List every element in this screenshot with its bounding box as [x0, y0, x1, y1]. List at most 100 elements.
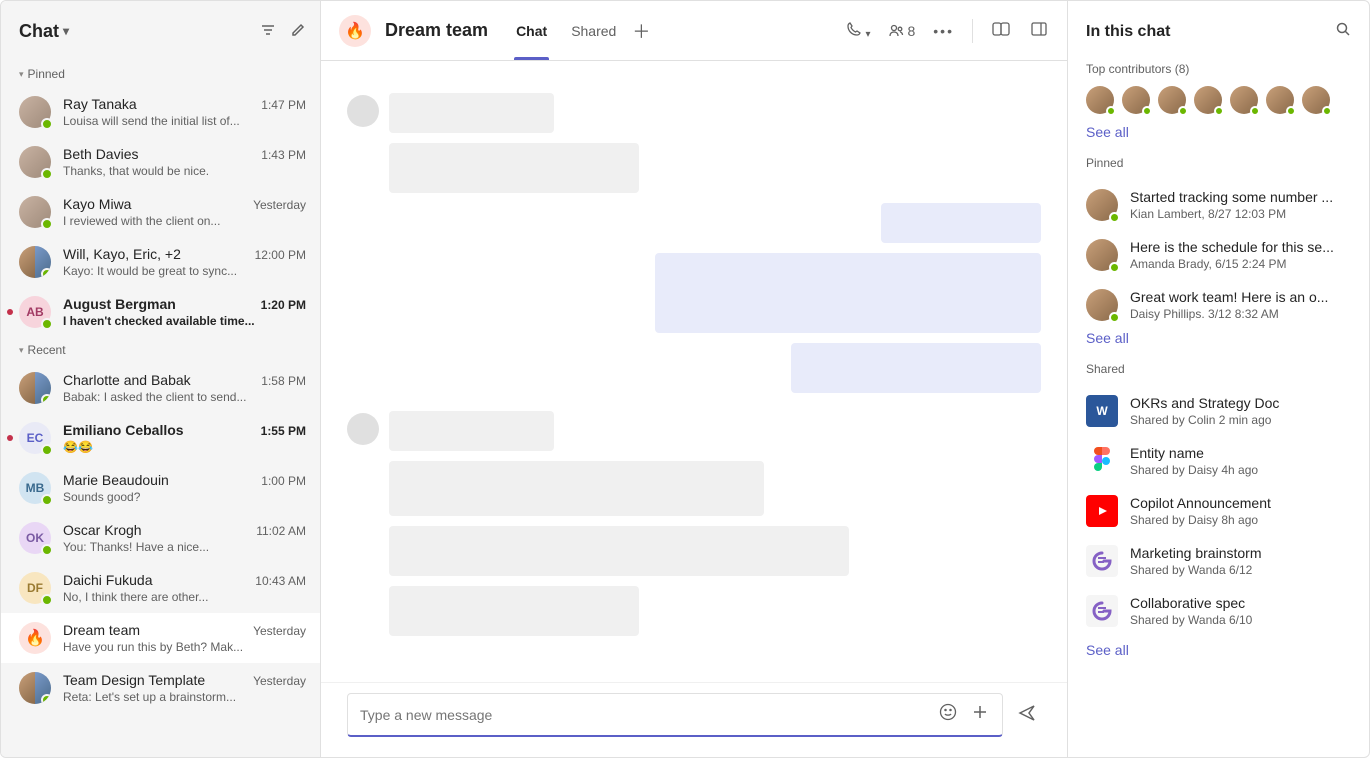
avatar: DF [19, 572, 51, 604]
message-bubble[interactable] [389, 143, 639, 193]
chat-time: 1:43 PM [261, 148, 306, 162]
pinned-section[interactable]: ▾ Pinned [1, 61, 320, 87]
shared-meta: Shared by Colin 2 min ago [1130, 413, 1351, 427]
search-icon[interactable] [1335, 21, 1351, 42]
chat-name: Team Design Template [63, 672, 245, 688]
chat-dropdown[interactable]: Chat ▾ [19, 21, 69, 42]
emoji-icon[interactable] [938, 702, 958, 727]
shared-meta: Shared by Wanda 6/12 [1130, 563, 1351, 577]
chat-preview: Sounds good? [63, 490, 306, 504]
copilot-icon[interactable] [991, 19, 1011, 42]
chat-time: 10:43 AM [255, 574, 306, 588]
shared-item[interactable]: W OKRs and Strategy Doc Shared by Colin … [1086, 386, 1351, 436]
collapse-triangle-icon: ▾ [19, 345, 24, 356]
message-bubble[interactable] [791, 343, 1041, 393]
chat-list-item[interactable]: EC Emiliano Ceballos 1:55 PM 😂😂 [1, 413, 320, 463]
shared-title: Entity name [1130, 445, 1351, 461]
chat-list-item[interactable]: Ray Tanaka 1:47 PM Louisa will send the … [1, 87, 320, 137]
chat-list-pane: Chat ▾ ▾ Pinned Ray Tanaka 1:47 PM [1, 1, 321, 757]
message-bubble[interactable] [389, 93, 554, 133]
shared-item[interactable]: Marketing brainstorm Shared by Wanda 6/1… [1086, 536, 1351, 586]
message-input[interactable] [360, 707, 926, 723]
avatar [19, 372, 51, 404]
chat-name: Beth Davies [63, 146, 253, 162]
plus-actions-icon[interactable] [970, 702, 990, 727]
chat-preview: Babak: I asked the client to send... [63, 390, 306, 404]
contributor-avatar[interactable] [1194, 86, 1222, 114]
send-button[interactable] [1013, 703, 1041, 728]
avatar [347, 413, 379, 445]
message-bubble[interactable] [389, 461, 764, 516]
add-tab-button[interactable]: ＋ [632, 18, 650, 44]
contributor-avatar[interactable] [1086, 86, 1114, 114]
shared-item[interactable]: Collaborative spec Shared by Wanda 6/10 [1086, 586, 1351, 636]
call-button[interactable]: ▾ [846, 21, 871, 40]
chat-avatar: 🔥 [339, 15, 371, 47]
chat-name: August Bergman [63, 296, 253, 312]
see-all-pinned[interactable]: See all [1086, 330, 1351, 346]
contributor-avatar[interactable] [1266, 86, 1294, 114]
message-bubble[interactable] [389, 586, 639, 636]
figma-icon [1086, 445, 1118, 477]
see-all-shared[interactable]: See all [1086, 642, 1351, 658]
chat-name: Oscar Krogh [63, 522, 248, 538]
contributor-avatar[interactable] [1122, 86, 1150, 114]
recent-section[interactable]: ▾ Recent [1, 337, 320, 363]
open-pane-icon[interactable] [1029, 19, 1049, 42]
chat-list-item[interactable]: Team Design Template Yesterday Reta: Let… [1, 663, 320, 713]
avatar [347, 95, 379, 127]
chat-time: 1:55 PM [261, 424, 306, 438]
message-bubble[interactable] [655, 253, 1041, 333]
panel-title: In this chat [1086, 23, 1170, 41]
pinned-message[interactable]: Great work team! Here is an o... Daisy P… [1086, 280, 1351, 330]
chat-list-item[interactable]: Charlotte and Babak 1:58 PM Babak: I ask… [1, 363, 320, 413]
message-bubble[interactable] [881, 203, 1041, 243]
chat-preview: Louisa will send the initial list of... [63, 114, 306, 128]
chat-list-item[interactable]: Will, Kayo, Eric, +2 12:00 PM Kayo: It w… [1, 237, 320, 287]
pinned-message[interactable]: Here is the schedule for this se... Aman… [1086, 230, 1351, 280]
chat-list-item[interactable]: OK Oscar Krogh 11:02 AM You: Thanks! Hav… [1, 513, 320, 563]
message-input-box[interactable] [347, 693, 1003, 737]
unread-dot [7, 435, 13, 441]
chat-title: Dream team [385, 20, 488, 41]
chat-preview: No, I think there are other... [63, 590, 306, 604]
contributor-avatar[interactable] [1158, 86, 1186, 114]
message-bubble[interactable] [389, 526, 849, 576]
chat-list-item[interactable]: MB Marie Beaudouin 1:00 PM Sounds good? [1, 463, 320, 513]
shared-item[interactable]: Copilot Announcement Shared by Daisy 8h … [1086, 486, 1351, 536]
chat-list-item[interactable]: Kayo Miwa Yesterday I reviewed with the … [1, 187, 320, 237]
composer-row [321, 682, 1067, 757]
compose-icon[interactable] [290, 22, 306, 41]
chat-list-item[interactable]: 🔥 Dream team Yesterday Have you run this… [1, 613, 320, 663]
unread-dot [7, 309, 13, 315]
avatar [19, 246, 51, 278]
more-button[interactable]: ••• [933, 23, 954, 39]
shared-meta: Shared by Daisy 8h ago [1130, 513, 1351, 527]
chat-name: Will, Kayo, Eric, +2 [63, 246, 247, 262]
chat-name: Dream team [63, 622, 245, 638]
chat-time: Yesterday [253, 674, 306, 688]
see-all-contributors[interactable]: See all [1086, 124, 1351, 140]
people-button[interactable]: 8 [888, 23, 915, 39]
contributor-avatar[interactable] [1230, 86, 1258, 114]
tab-chat[interactable]: Chat [514, 1, 549, 60]
contributor-avatar[interactable] [1302, 86, 1330, 114]
avatar [1086, 189, 1118, 221]
chat-name: Daichi Fukuda [63, 572, 247, 588]
contributors-label: Top contributors (8) [1086, 62, 1351, 76]
chat-time: 1:00 PM [261, 474, 306, 488]
chat-preview: 😂😂 [63, 440, 306, 454]
filter-icon[interactable] [260, 22, 276, 41]
tab-shared[interactable]: Shared [569, 1, 618, 60]
avatar: OK [19, 522, 51, 554]
pinned-message[interactable]: Started tracking some number ... Kian La… [1086, 180, 1351, 230]
chat-preview: I reviewed with the client on... [63, 214, 306, 228]
message-bubble[interactable] [389, 411, 554, 451]
message-list[interactable] [321, 61, 1067, 682]
chat-list-item[interactable]: DF Daichi Fukuda 10:43 AM No, I think th… [1, 563, 320, 613]
collapse-triangle-icon: ▾ [19, 69, 24, 80]
shared-item[interactable]: Entity name Shared by Daisy 4h ago [1086, 436, 1351, 486]
chat-list-item[interactable]: AB August Bergman 1:20 PM I haven't chec… [1, 287, 320, 337]
chat-preview: Thanks, that would be nice. [63, 164, 306, 178]
chat-list-item[interactable]: Beth Davies 1:43 PM Thanks, that would b… [1, 137, 320, 187]
